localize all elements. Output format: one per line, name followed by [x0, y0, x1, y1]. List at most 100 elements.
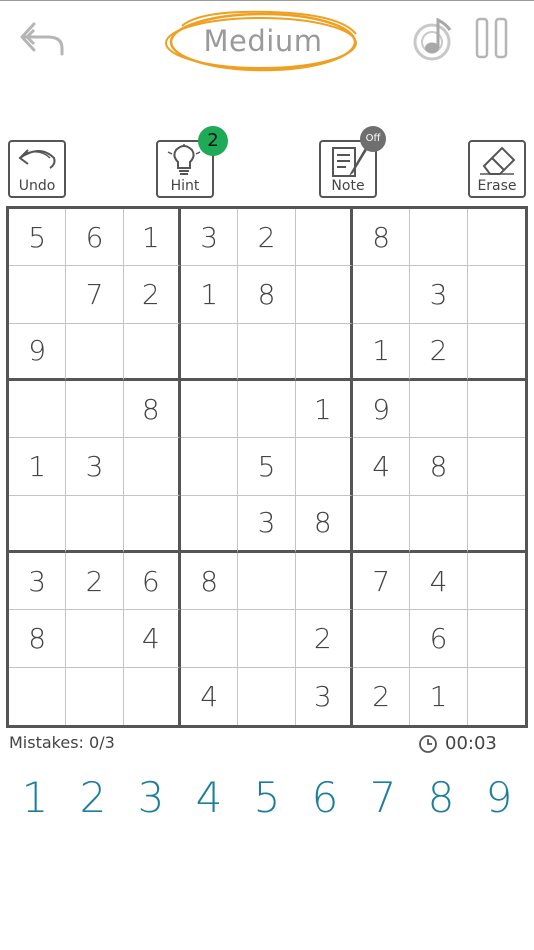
board-cell[interactable]: 8: [352, 209, 411, 267]
board-cell[interactable]: [468, 668, 525, 725]
board-cell[interactable]: 1: [180, 266, 239, 324]
number-button-7[interactable]: 7: [354, 768, 412, 828]
board-cell[interactable]: [9, 266, 67, 324]
board-cell[interactable]: [9, 495, 67, 553]
board-cell[interactable]: 8: [295, 495, 353, 553]
board-cell[interactable]: 2: [295, 610, 353, 668]
board-cell[interactable]: [123, 438, 181, 496]
board-cell[interactable]: [352, 495, 411, 553]
board-cell[interactable]: [295, 438, 353, 496]
board-cell[interactable]: 4: [181, 667, 239, 725]
board-cell[interactable]: 9: [9, 323, 67, 381]
board-cell[interactable]: [9, 380, 67, 439]
board-cell[interactable]: [180, 380, 239, 439]
board-cell[interactable]: [238, 667, 296, 725]
board-cell[interactable]: [467, 266, 525, 324]
board-cell[interactable]: 3: [180, 209, 239, 267]
board-cell[interactable]: 1: [410, 667, 468, 725]
undo-button[interactable]: Undo: [8, 140, 66, 198]
number-button-4[interactable]: 4: [180, 768, 238, 828]
board-cell[interactable]: 5: [9, 209, 67, 267]
board-cell[interactable]: [238, 380, 296, 439]
board-cell[interactable]: 2: [353, 667, 411, 725]
board-cell[interactable]: [66, 380, 124, 439]
board-cell[interactable]: 5: [238, 438, 296, 496]
board-cell[interactable]: [66, 667, 124, 725]
board-cell[interactable]: 6: [66, 209, 124, 267]
board-cell[interactable]: 1: [295, 380, 353, 439]
board-cell[interactable]: [238, 323, 296, 381]
board-cell[interactable]: 7: [352, 552, 411, 611]
board-cell[interactable]: [180, 323, 239, 381]
number-button-2[interactable]: 2: [64, 768, 122, 828]
board-cell[interactable]: 4: [410, 552, 468, 611]
number-button-8[interactable]: 8: [412, 768, 470, 828]
back-arrow-icon: [20, 22, 64, 56]
board-cell[interactable]: [467, 324, 525, 381]
erase-button[interactable]: Erase: [468, 140, 526, 198]
board-cell[interactable]: 2: [123, 266, 181, 324]
hint-label: Hint: [170, 178, 200, 194]
board-cell[interactable]: [295, 323, 353, 381]
board-cell[interactable]: 3: [238, 495, 296, 553]
board-cell[interactable]: [295, 552, 353, 611]
board-cell[interactable]: 3: [410, 266, 468, 324]
board-cell[interactable]: [410, 495, 468, 553]
board-cell[interactable]: 2: [66, 552, 124, 611]
board-cell[interactable]: 3: [9, 552, 67, 611]
board-cell[interactable]: [410, 209, 468, 267]
board-cell[interactable]: [180, 495, 239, 553]
board-cell[interactable]: [9, 667, 67, 725]
board-cell[interactable]: [180, 438, 239, 496]
board-cell[interactable]: 9: [352, 380, 411, 439]
board-cell[interactable]: 8: [410, 438, 468, 496]
board-cell[interactable]: [123, 495, 181, 553]
board-cell[interactable]: 4: [352, 438, 411, 496]
board-cell[interactable]: [295, 209, 353, 267]
number-button-1[interactable]: 1: [6, 768, 64, 828]
board-cell[interactable]: 2: [238, 209, 296, 267]
board-cell[interactable]: 1: [123, 209, 181, 267]
board-cell[interactable]: [123, 323, 181, 381]
board-cell[interactable]: [467, 610, 525, 668]
music-button[interactable]: [412, 14, 456, 62]
board-cell[interactable]: [467, 496, 525, 553]
board-cell[interactable]: [66, 610, 124, 668]
board-cell[interactable]: 4: [123, 610, 181, 668]
board-cell[interactable]: [124, 667, 181, 725]
board-cell[interactable]: 8: [180, 552, 239, 611]
board-cell[interactable]: [352, 266, 411, 324]
board-cell[interactable]: [238, 552, 296, 611]
number-button-5[interactable]: 5: [238, 768, 296, 828]
board-cell[interactable]: 8: [238, 266, 296, 324]
board-cell[interactable]: 3: [296, 667, 353, 725]
back-button[interactable]: [18, 18, 66, 60]
board-cell[interactable]: 8: [9, 610, 67, 668]
board-cell[interactable]: 2: [410, 323, 468, 381]
board-cell[interactable]: 6: [123, 552, 181, 611]
board-cell[interactable]: 3: [66, 438, 124, 496]
board-cell[interactable]: [66, 495, 124, 553]
number-button-3[interactable]: 3: [122, 768, 180, 828]
pause-button[interactable]: [474, 16, 510, 60]
erase-label: Erase: [477, 178, 517, 194]
board-cell[interactable]: [66, 323, 124, 381]
board-cell[interactable]: 8: [123, 380, 181, 439]
board-cell[interactable]: [467, 209, 525, 267]
board-cell[interactable]: 6: [410, 610, 468, 668]
board-cell[interactable]: [295, 266, 353, 324]
board-cell[interactable]: 7: [66, 266, 124, 324]
undo-label: Undo: [18, 178, 56, 194]
music-note-icon: [413, 17, 452, 61]
board-cell[interactable]: [238, 610, 296, 668]
number-button-9[interactable]: 9: [470, 768, 528, 828]
board-cell[interactable]: [467, 553, 525, 611]
board-cell[interactable]: 1: [9, 438, 67, 496]
number-button-6[interactable]: 6: [296, 768, 354, 828]
board-cell[interactable]: [467, 381, 525, 439]
board-cell[interactable]: [352, 610, 411, 668]
board-cell[interactable]: [467, 438, 525, 496]
board-cell[interactable]: [180, 610, 239, 668]
board-cell[interactable]: 1: [352, 323, 411, 381]
board-cell[interactable]: [410, 380, 468, 439]
